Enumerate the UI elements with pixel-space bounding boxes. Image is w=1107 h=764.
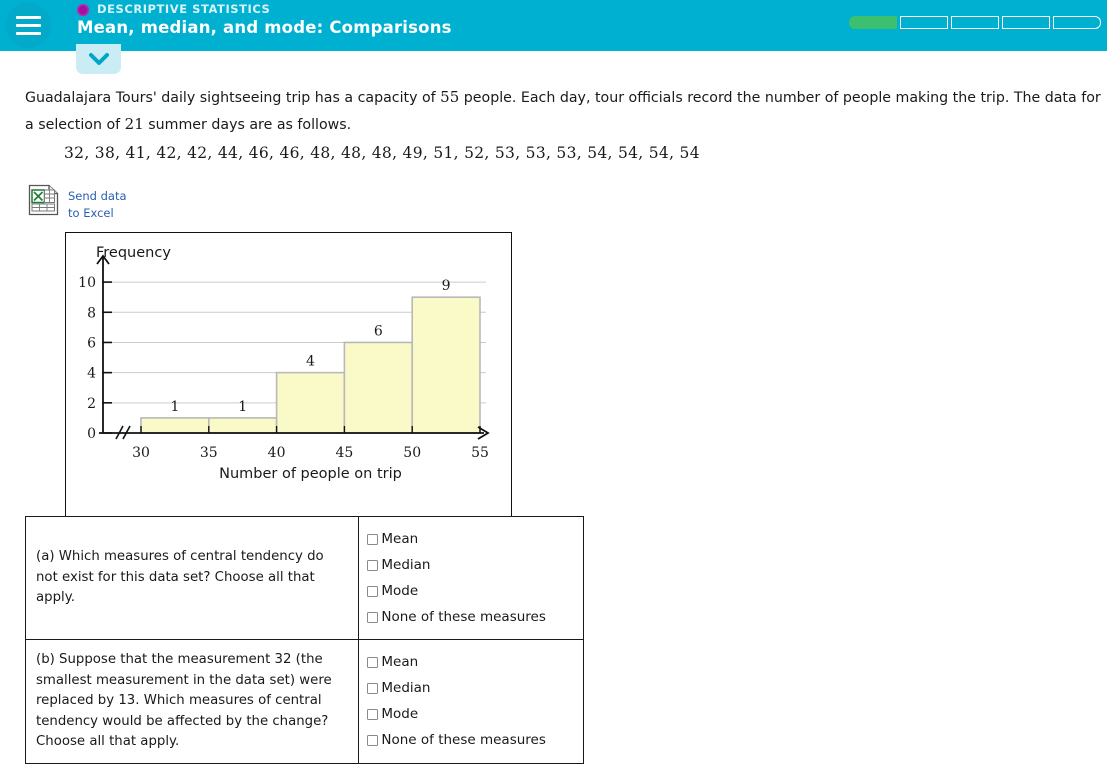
send-data-to-excel-label[interactable]: Send data to Excel — [68, 188, 127, 221]
collapse-header-button[interactable] — [76, 44, 121, 74]
svg-text:10: 10 — [78, 275, 96, 291]
svg-text:Frequency: Frequency — [96, 245, 171, 261]
checkbox-b-mode[interactable] — [367, 708, 379, 720]
progress-segment-3 — [951, 16, 999, 29]
checkbox-a-mode[interactable] — [367, 585, 379, 597]
svg-text:9: 9 — [442, 278, 451, 294]
app-header: DESCRIPTIVE STATISTICS Mean, median, and… — [0, 0, 1107, 51]
page-title: Mean, median, and mode: Comparisons — [77, 18, 452, 37]
checkbox-a-mean[interactable] — [367, 533, 379, 545]
svg-text:6: 6 — [87, 335, 96, 351]
option-b-mean[interactable]: Mean — [367, 649, 583, 675]
svg-text:40: 40 — [268, 445, 286, 461]
send-data-to-excel[interactable]: Send data to Excel — [28, 184, 228, 224]
table-row: (b) Suppose that the measurement 32 (the… — [24, 639, 584, 764]
chevron-down-icon — [89, 53, 109, 65]
option-a-mode[interactable]: Mode — [367, 578, 583, 604]
svg-text:8: 8 — [87, 305, 96, 321]
questions-table: (a) Which measures of central tendency d… — [24, 516, 584, 764]
option-b-median-label: Median — [381, 680, 431, 697]
option-b-mode[interactable]: Mode — [367, 701, 583, 727]
svg-text:2: 2 — [87, 396, 96, 412]
problem-text-3: summer days are as follows. — [143, 117, 352, 133]
hamburger-icon — [16, 16, 41, 19]
svg-text:Number of people on trip: Number of people on trip — [219, 466, 402, 482]
option-b-mean-label: Mean — [381, 654, 419, 671]
table-row: (a) Which measures of central tendency d… — [24, 516, 584, 640]
svg-text:6: 6 — [374, 323, 383, 339]
progress-segment-5 — [1053, 16, 1101, 29]
progress-segment-1 — [849, 16, 897, 29]
progress-indicator — [849, 16, 1101, 29]
days-value: 21 — [124, 115, 144, 133]
svg-text:45: 45 — [335, 445, 353, 461]
excel-file-icon — [28, 184, 59, 216]
question-a-prompt: (a) Which measures of central tendency d… — [24, 516, 360, 640]
option-a-mode-label: Mode — [381, 583, 419, 599]
option-a-none[interactable]: None of these measures — [367, 604, 583, 630]
svg-text:55: 55 — [471, 445, 489, 461]
option-b-median[interactable]: Median — [367, 675, 583, 701]
option-b-mode-label: Mode — [381, 706, 419, 723]
svg-text:1: 1 — [170, 399, 179, 415]
excel-link-line1: Send data — [68, 189, 127, 203]
option-a-none-label: None of these measures — [381, 609, 546, 625]
histogram-svg: 1 1 4 6 9 0 2 4 6 8 10 30 35 40 45 50 55 Frequency Number … — [78, 245, 490, 482]
question-b-prompt: (b) Suppose that the measurement 32 (the… — [24, 639, 360, 764]
data-values-list: 32, 38, 41, 42, 42, 44, 46, 46, 48, 48, … — [64, 144, 700, 162]
question-b-options: Mean Median Mode None of these measures — [358, 639, 584, 764]
checkbox-b-median[interactable] — [367, 682, 379, 694]
option-b-none-label: None of these measures — [381, 732, 546, 749]
svg-text:35: 35 — [200, 445, 218, 461]
option-a-mean[interactable]: Mean — [367, 526, 583, 552]
svg-text:30: 30 — [132, 445, 150, 461]
section-eyebrow: DESCRIPTIVE STATISTICS — [97, 2, 271, 16]
progress-segment-2 — [900, 16, 948, 29]
checkbox-b-none[interactable] — [367, 734, 379, 746]
purple-dot-icon — [77, 4, 89, 16]
hamburger-icon-line — [16, 32, 41, 35]
problem-text-1: Guadalajara Tours' daily sightseeing tri… — [25, 90, 441, 106]
svg-text:4: 4 — [306, 354, 315, 370]
problem-statement: Guadalajara Tours' daily sightseeing tri… — [25, 84, 1107, 138]
svg-text:1: 1 — [238, 399, 247, 415]
question-a-options: Mean Median Mode None of these measures — [358, 516, 584, 640]
option-a-mean-label: Mean — [381, 531, 419, 547]
checkbox-b-mean[interactable] — [367, 656, 379, 668]
excel-link-line2: to Excel — [68, 205, 114, 220]
hamburger-icon-line — [16, 24, 41, 27]
capacity-value: 55 — [440, 88, 460, 106]
svg-text:4: 4 — [87, 366, 96, 382]
progress-segment-4 — [1002, 16, 1050, 29]
option-a-median-label: Median — [381, 557, 431, 573]
checkbox-a-none[interactable] — [367, 611, 379, 623]
histogram-chart: 1 1 4 6 9 0 2 4 6 8 10 30 35 40 45 50 55 Frequency Number … — [65, 232, 512, 535]
option-a-median[interactable]: Median — [367, 552, 583, 578]
svg-text:50: 50 — [403, 445, 421, 461]
hamburger-menu-button[interactable] — [6, 3, 51, 48]
svg-text:0: 0 — [87, 426, 96, 442]
option-b-none[interactable]: None of these measures — [367, 727, 583, 753]
checkbox-a-median[interactable] — [367, 559, 379, 571]
